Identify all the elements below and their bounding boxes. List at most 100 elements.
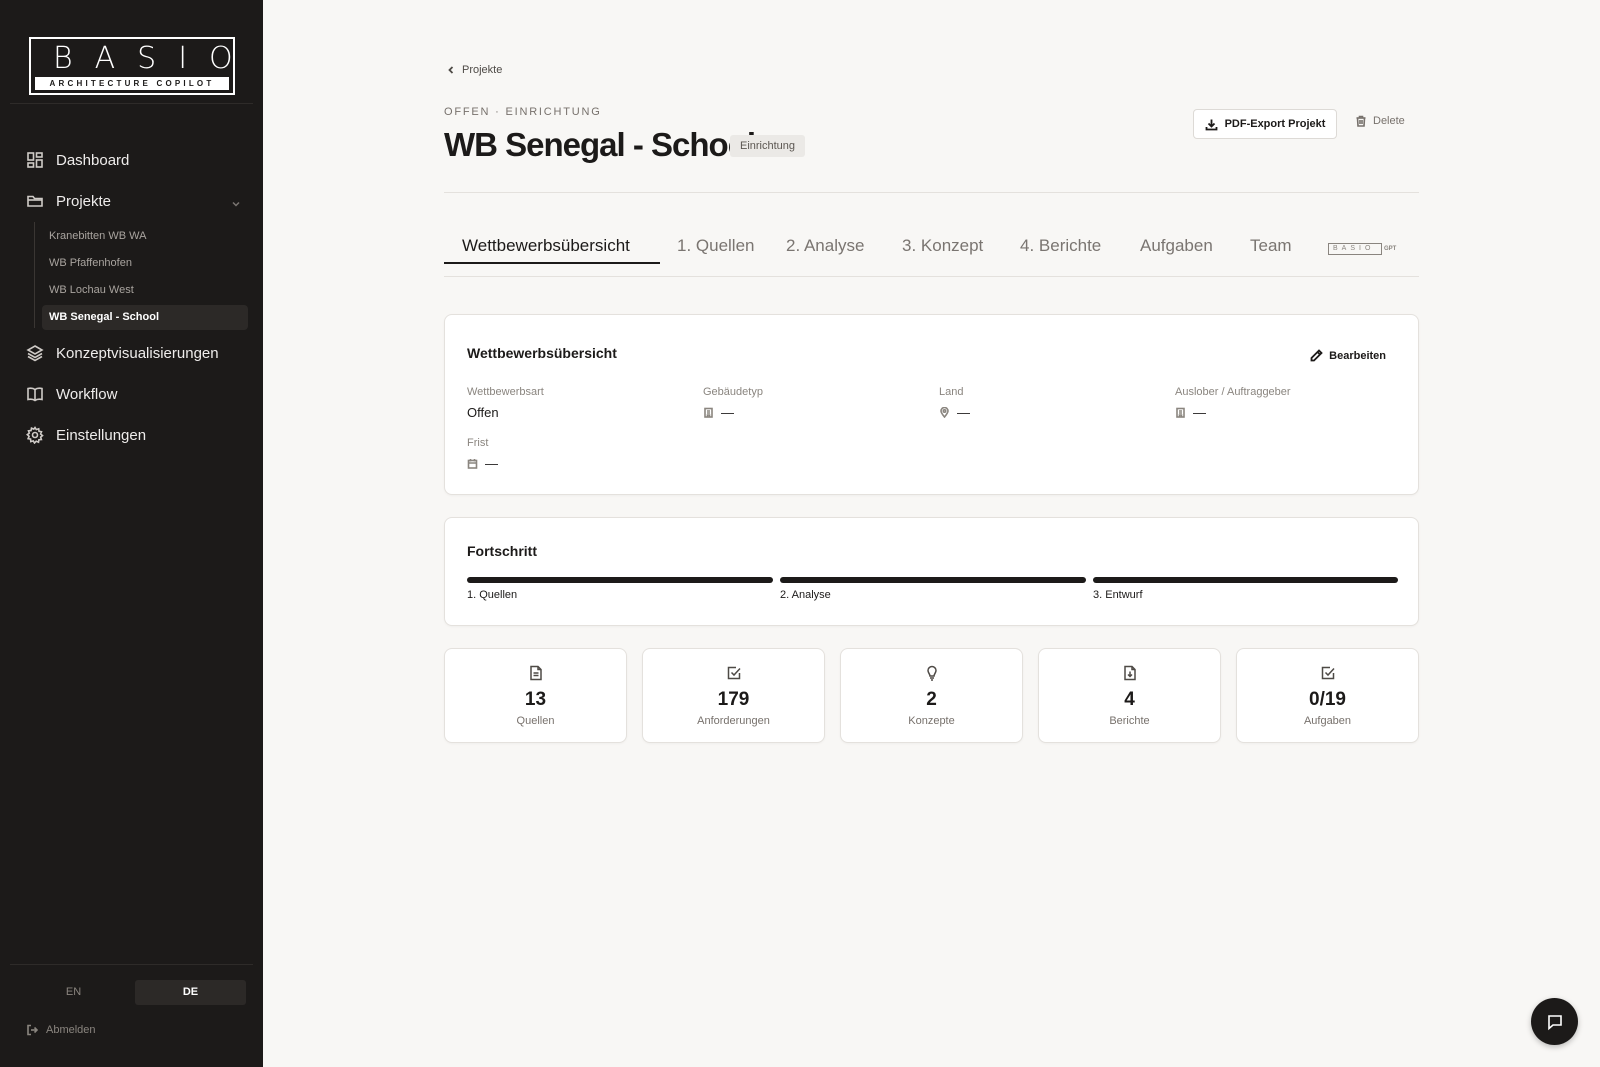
building-icon — [704, 407, 713, 418]
stat-label: Konzepte — [908, 715, 955, 727]
calendar-icon — [467, 459, 478, 469]
tab-basio-gpt[interactable]: BASIO GPT — [1328, 243, 1396, 255]
download-icon — [1205, 119, 1217, 130]
edit-button[interactable]: Bearbeiten — [1310, 349, 1386, 362]
file-download-icon — [1124, 665, 1136, 681]
nav-workflow-label: Workflow — [56, 385, 118, 403]
page-title: WB Senegal - School — [444, 126, 756, 163]
lang-en-button[interactable]: EN — [18, 980, 129, 1005]
progress-bar — [1093, 577, 1398, 583]
layers-icon — [26, 345, 44, 362]
logout-label: Abmelden — [46, 1024, 96, 1036]
dashboard-icon — [27, 152, 43, 168]
progress-step-label: 1. Quellen — [467, 589, 518, 601]
nav-settings-label: Einstellungen — [56, 426, 147, 444]
tab-sources[interactable]: 1. Quellen — [677, 236, 755, 256]
field-value-country-text: — — [957, 405, 970, 420]
folder-icon — [27, 195, 43, 207]
progress-bar — [780, 577, 1086, 583]
field-value-building-text: — — [721, 405, 734, 420]
logout-button[interactable]: Abmelden — [26, 1024, 96, 1036]
basio-gpt-logo: BASIO — [1328, 243, 1382, 255]
overview-card-title: Wettbewerbsübersicht — [467, 345, 617, 361]
tab-tasks[interactable]: Aufgaben — [1140, 236, 1213, 256]
checkbox-icon — [1321, 666, 1335, 680]
trash-icon — [1356, 115, 1366, 127]
stat-label: Aufgaben — [1303, 715, 1352, 727]
field-label-country: Land — [939, 386, 964, 398]
stat-value: 4 — [1124, 689, 1135, 710]
nav-concepts-label: Konzeptvisualisierungen — [56, 344, 219, 362]
project-item[interactable]: Kranebitten WB WA — [42, 224, 248, 249]
nav-workflow[interactable]: Workflow — [26, 382, 117, 406]
field-label-deadline: Frist — [467, 437, 489, 449]
status-badge: Einrichtung — [730, 135, 806, 157]
stat-value: 0/19 — [1309, 689, 1346, 710]
stat-label: Anforderungen — [697, 715, 770, 727]
stat-value: 2 — [926, 689, 937, 710]
tab-team[interactable]: Team — [1250, 236, 1292, 256]
divider — [10, 964, 253, 965]
tab-overview[interactable]: Wettbewerbsübersicht — [462, 236, 630, 256]
pdf-export-button[interactable]: PDF-Export Projekt — [1193, 109, 1337, 139]
tab-reports[interactable]: 4. Berichte — [1020, 236, 1101, 256]
progress-card-title: Fortschritt — [467, 543, 537, 559]
divider — [444, 192, 1419, 193]
field-value-type-text: Offen — [467, 405, 499, 420]
project-item[interactable]: WB Pfaffenhofen — [42, 251, 248, 276]
progress-step-label: 2. Analyse — [780, 589, 831, 601]
tab-concept[interactable]: 3. Konzept — [902, 236, 983, 256]
gear-icon — [26, 426, 44, 444]
document-icon — [530, 665, 542, 681]
stat-card-tasks[interactable]: 0/19 Aufgaben — [1236, 648, 1419, 743]
checkbox-icon — [727, 666, 741, 680]
delete-label: Delete — [1373, 115, 1405, 127]
lang-de-button[interactable]: DE — [135, 980, 246, 1005]
delete-button[interactable]: Delete — [1355, 115, 1405, 127]
nav-settings[interactable]: Einstellungen — [26, 423, 146, 447]
map-pin-icon — [940, 407, 949, 418]
stat-card-sources[interactable]: 13 Quellen — [444, 648, 627, 743]
chat-button[interactable] — [1531, 998, 1578, 1045]
overview-card: Wettbewerbsübersicht Bearbeiten Wettbewe… — [444, 314, 1419, 495]
stat-label: Quellen — [516, 715, 555, 727]
stat-card-requirements[interactable]: 179 Anforderungen — [642, 648, 825, 743]
nav-projects-label: Projekte — [56, 192, 112, 210]
progress-bar — [467, 577, 773, 583]
logout-icon — [27, 1024, 38, 1036]
tab-analysis[interactable]: 2. Analyse — [786, 236, 864, 256]
chat-icon — [1547, 1014, 1562, 1030]
pdf-export-label: PDF-Export Projekt — [1224, 118, 1326, 130]
project-item-active[interactable]: WB Senegal - School — [42, 305, 248, 330]
field-value-country: — — [939, 405, 970, 420]
field-value-client-text: — — [1193, 405, 1206, 420]
breadcrumb-label: Projekte — [462, 64, 503, 76]
field-value-client: — — [1175, 405, 1206, 420]
field-value-deadline-text: — — [485, 456, 498, 471]
project-item[interactable]: WB Lochau West — [42, 278, 248, 303]
basio-logo[interactable]: BASIO ARCHITECTURE COPILOT — [29, 37, 235, 95]
breadcrumb[interactable]: Projekte — [446, 64, 502, 76]
chevron-down-icon[interactable] — [231, 196, 241, 207]
progress-step-label: 3. Entwurf — [1093, 589, 1143, 601]
progress-card: Fortschritt 1. Quellen 2. Analyse 3. Ent… — [444, 517, 1419, 626]
pencil-icon — [1310, 349, 1323, 362]
nav-concepts[interactable]: Konzeptvisualisierungen — [26, 341, 219, 365]
field-value-building: — — [703, 405, 734, 420]
field-label-type: Wettbewerbsart — [467, 386, 544, 398]
nav-dashboard[interactable]: Dashboard — [26, 148, 129, 172]
nav-dashboard-label: Dashboard — [56, 151, 130, 169]
logo-word: BASIO — [53, 41, 255, 76]
logo-area: BASIO ARCHITECTURE COPILOT — [10, 0, 253, 104]
stat-value: 179 — [717, 689, 750, 710]
field-label-client: Auslober / Auftraggeber — [1175, 386, 1291, 398]
building-icon — [1176, 407, 1185, 418]
nav-projects[interactable]: Projekte — [26, 189, 111, 213]
sidebar: BASIO ARCHITECTURE COPILOT Dashboard Pro… — [0, 0, 263, 1067]
field-value-deadline: — — [467, 456, 498, 471]
edit-label: Bearbeiten — [1329, 349, 1386, 362]
stat-card-reports[interactable]: 4 Berichte — [1038, 648, 1221, 743]
stat-card-concepts[interactable]: 2 Konzepte — [840, 648, 1023, 743]
logo-tagline: ARCHITECTURE COPILOT — [35, 77, 229, 90]
field-label-building: Gebäudetyp — [703, 386, 763, 398]
